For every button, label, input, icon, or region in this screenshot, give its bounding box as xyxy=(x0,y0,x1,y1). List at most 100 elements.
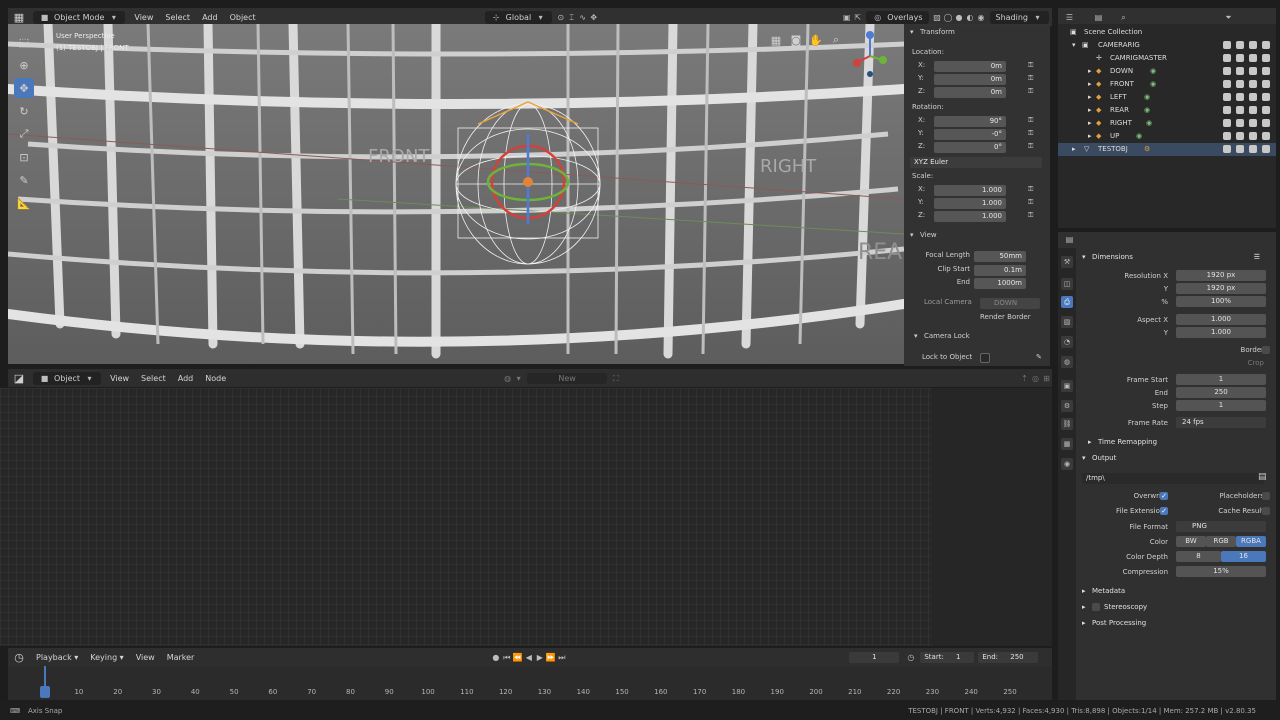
rendered-shading-icon[interactable]: ◉ xyxy=(976,12,987,23)
rotation-mode-select[interactable]: XYZ Euler xyxy=(910,157,1042,168)
location-x-field[interactable]: 0m xyxy=(934,61,1006,72)
local-camera-field[interactable]: DOWN xyxy=(980,298,1040,309)
physics-tab-icon[interactable]: ◉ xyxy=(1061,458,1073,470)
playhead[interactable] xyxy=(40,686,50,698)
navigation-gizmo[interactable] xyxy=(846,26,896,86)
menu-add[interactable]: Add xyxy=(196,13,224,22)
editor-type-icon[interactable]: ▦ xyxy=(8,9,30,25)
3d-viewport[interactable]: FRONT RIGHT REAR User Perspective (1) TE… xyxy=(8,24,904,364)
orientation-select[interactable]: ⊹ Global ▾ xyxy=(484,10,553,24)
filter-icon[interactable]: ⏷ xyxy=(1223,12,1234,23)
camera-lock-panel-header[interactable]: ▾ Camera Lock xyxy=(904,332,1050,344)
outliner-item-rear[interactable]: ▸ ◆ REAR ◉ xyxy=(1058,104,1276,117)
display-mode-icon[interactable]: ▤ xyxy=(1093,12,1104,23)
focal-length-field[interactable]: 50mm xyxy=(974,251,1026,262)
lock-icon[interactable]: ⚿ xyxy=(1028,198,1033,207)
jump-end-icon[interactable]: ⏭ xyxy=(556,652,567,663)
outliner-item-testobj[interactable]: ▸ ▽ TESTOBJ ⚙ xyxy=(1058,143,1276,156)
play-icon[interactable]: ▶ xyxy=(534,652,545,663)
visibility-toggles[interactable] xyxy=(1223,106,1270,114)
stereoscopy-section-header[interactable]: ▸ Stereoscopy xyxy=(1076,600,1276,614)
search-icon[interactable]: ⌕ xyxy=(1118,12,1129,23)
output-path-field[interactable]: /tmp\ xyxy=(1082,473,1264,484)
color-bw-button[interactable]: BW xyxy=(1176,536,1206,547)
outliner-editor-icon[interactable]: ☰ xyxy=(1064,12,1075,23)
modifier-tab-icon[interactable]: ⚙ xyxy=(1061,400,1073,412)
tool-tab-icon[interactable]: ⚒ xyxy=(1061,256,1073,268)
menu-view[interactable]: View xyxy=(104,374,135,383)
menu-select[interactable]: Select xyxy=(159,13,196,22)
post-processing-section-header[interactable]: ▸ Post Processing xyxy=(1076,616,1276,630)
menu-playback[interactable]: Playback ▾ xyxy=(30,653,84,662)
eyedropper-icon[interactable]: ✎ xyxy=(1036,353,1042,361)
zoom-icon[interactable]: ⌕ xyxy=(828,32,844,48)
snap-icon[interactable]: ⌶ xyxy=(566,12,577,23)
file-extensions-checkbox[interactable]: ✓ xyxy=(1160,507,1168,515)
solid-shading-icon[interactable]: ● xyxy=(954,12,965,23)
end-frame-field[interactable]: End: 250 xyxy=(978,651,1039,663)
view-object-types-icon[interactable]: ▣ xyxy=(841,12,852,23)
pan-hand-icon[interactable]: ✋ xyxy=(808,32,824,48)
start-frame-field[interactable]: Start: 1 xyxy=(920,651,975,663)
snap-element-icon[interactable]: ⊞ xyxy=(1041,373,1052,384)
view-panel-header[interactable]: ▾ View xyxy=(904,231,1050,243)
location-y-field[interactable]: 0m xyxy=(934,74,1006,85)
timeline-editor-icon[interactable]: ◷ xyxy=(8,649,30,665)
presets-icon[interactable]: ☰ xyxy=(1254,250,1260,264)
lock-icon[interactable]: ⚿ xyxy=(1028,74,1033,83)
menu-keying[interactable]: Keying ▾ xyxy=(84,653,129,662)
overlays-button[interactable]: ◎ Overlays xyxy=(866,10,929,24)
color-rgba-button[interactable]: RGBA xyxy=(1236,536,1266,547)
lock-icon[interactable]: ⚿ xyxy=(1028,185,1033,194)
file-format-select[interactable]: PNG xyxy=(1176,521,1266,532)
visibility-toggles[interactable] xyxy=(1223,41,1270,49)
time-remapping-section-header[interactable]: ▸ Time Remapping xyxy=(1076,435,1276,449)
lock-icon[interactable]: ⚿ xyxy=(1028,129,1033,138)
outliner-item-camerarig[interactable]: ▾ ▣ CAMERARIG xyxy=(1058,39,1276,52)
rotation-y-field[interactable]: -0° xyxy=(934,129,1006,140)
fake-user-icon[interactable]: ⛶ xyxy=(610,373,621,384)
lock-icon[interactable]: ⚿ xyxy=(1028,116,1033,125)
scale-z-field[interactable]: 1.000 xyxy=(934,211,1006,222)
visibility-toggles[interactable] xyxy=(1223,67,1270,75)
parent-node-icon[interactable]: ⇡ xyxy=(1019,373,1030,384)
annotate-icon[interactable]: ✎ xyxy=(14,170,34,190)
dimensions-section-header[interactable]: ▾ Dimensions ☰ xyxy=(1076,250,1276,264)
grid-toggle-icon[interactable]: ▦ xyxy=(768,32,784,48)
stereoscopy-checkbox[interactable] xyxy=(1092,603,1100,611)
lock-icon[interactable]: ⚿ xyxy=(1028,61,1033,70)
aspect-y-field[interactable]: 1.000 xyxy=(1176,327,1266,338)
preview-range-icon[interactable]: ◷ xyxy=(905,652,916,663)
color-rgb-button[interactable]: RGB xyxy=(1206,536,1236,547)
camera-view-icon[interactable]: ◙ xyxy=(788,32,804,48)
outliner-item-front[interactable]: ▸ ◆ FRONT ◉ xyxy=(1058,78,1276,91)
cursor-icon[interactable]: ⊕ xyxy=(14,55,34,75)
mode-select[interactable]: ■ Object Mode ▾ xyxy=(33,10,126,24)
current-frame-field[interactable]: 1 xyxy=(849,651,900,663)
cache-result-checkbox[interactable] xyxy=(1262,507,1270,515)
menu-view[interactable]: View xyxy=(130,653,161,662)
visibility-toggles[interactable] xyxy=(1223,132,1270,140)
menu-object[interactable]: Object xyxy=(224,13,262,22)
clip-end-field[interactable]: 1000m xyxy=(974,278,1026,289)
outliner-item-camrigmaster[interactable]: ✛ CAMRIGMASTER xyxy=(1058,52,1276,65)
outliner-item-left[interactable]: ▸ ◆ LEFT ◉ xyxy=(1058,91,1276,104)
node-editor-canvas[interactable] xyxy=(0,388,932,646)
world-tab-icon[interactable]: ◍ xyxy=(1061,356,1073,368)
lock-to-object-field[interactable] xyxy=(980,353,990,363)
menu-node[interactable]: Node xyxy=(199,374,232,383)
scene-tab-icon[interactable]: ◔ xyxy=(1061,336,1073,348)
outliner-item-down[interactable]: ▸ ◆ DOWN ◉ xyxy=(1058,65,1276,78)
scale-x-field[interactable]: 1.000 xyxy=(934,185,1006,196)
menu-marker[interactable]: Marker xyxy=(161,653,201,662)
shading-button[interactable]: Shading ▾ xyxy=(989,10,1049,24)
transform-gizmo-icon[interactable]: ✥ xyxy=(588,12,599,23)
placeholders-checkbox[interactable] xyxy=(1262,492,1270,500)
outliner-item-up[interactable]: ▸ ◆ UP ◉ xyxy=(1058,130,1276,143)
render-tab-icon[interactable]: ◫ xyxy=(1061,278,1073,290)
frame-step-field[interactable]: 1 xyxy=(1176,400,1266,411)
rotate-icon[interactable]: ↻ xyxy=(14,101,34,121)
move-icon[interactable]: ✥ xyxy=(14,78,34,98)
new-material-button[interactable]: New xyxy=(527,372,608,384)
select-box-icon[interactable]: ⬚ xyxy=(14,32,34,52)
